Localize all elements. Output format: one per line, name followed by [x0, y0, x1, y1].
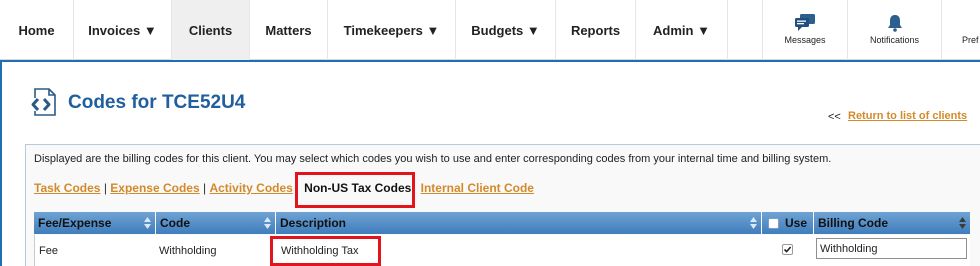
column-header-billing-code[interactable]: Billing Code: [814, 212, 970, 234]
nav-clients-label: Clients: [188, 22, 233, 38]
column-header-description-label: Description: [280, 216, 347, 230]
cell-code: Withholding: [159, 245, 217, 257]
code-document-icon: [28, 86, 60, 118]
nav-invoices-label: Invoices ▼: [88, 22, 157, 38]
column-header-use[interactable]: Use: [762, 212, 814, 234]
tab-task-codes[interactable]: Task Codes: [34, 181, 100, 195]
nav-home-label: Home: [18, 22, 55, 38]
sort-icon: [264, 217, 271, 229]
column-header-fee-expense-label: Fee/Expense: [38, 216, 112, 230]
table-header: Fee/Expense Code Description Use Billing…: [34, 212, 970, 234]
tab-separator: |: [203, 181, 207, 195]
nav-clients[interactable]: Clients: [172, 0, 250, 60]
tab-separator: |: [103, 181, 107, 195]
nav-budgets-label: Budgets ▼: [471, 22, 540, 38]
nav-reports[interactable]: Reports: [556, 0, 636, 60]
code-tabs: Task Codes | Expense Codes | Activity Co…: [34, 181, 534, 195]
chat-bubble-icon: [794, 14, 816, 37]
nav-reports-label: Reports: [570, 22, 621, 38]
sort-icon: [959, 217, 966, 229]
column-header-description[interactable]: Description: [276, 212, 762, 234]
tab-internal-client-code[interactable]: Internal Client Code: [421, 181, 534, 195]
checkmark-icon: [783, 246, 792, 253]
nav-matters-label: Matters: [265, 22, 312, 38]
select-all-checkbox[interactable]: [768, 217, 779, 229]
highlight-box-description: [270, 236, 381, 266]
nav-home[interactable]: Home: [0, 0, 74, 60]
bell-icon: [886, 14, 904, 37]
use-checkbox[interactable]: [782, 244, 793, 255]
return-to-clients-link[interactable]: Return to list of clients: [848, 110, 967, 122]
nav-matters[interactable]: Matters: [250, 0, 328, 60]
column-header-code-label: Code: [160, 216, 190, 230]
column-header-billing-code-label: Billing Code: [818, 216, 888, 230]
column-header-code[interactable]: Code: [156, 212, 276, 234]
column-header-use-label: Use: [785, 216, 808, 230]
intro-text: Displayed are the billing codes for this…: [34, 153, 832, 165]
nav-notifications[interactable]: Notifications: [848, 0, 942, 60]
nav-messages[interactable]: Messages: [762, 0, 848, 60]
nav-budgets[interactable]: Budgets ▼: [456, 0, 556, 60]
tab-activity-codes[interactable]: Activity Codes: [209, 181, 292, 195]
sort-icon: [750, 217, 757, 229]
sort-icon: [144, 217, 151, 229]
tab-expense-codes[interactable]: Expense Codes: [110, 181, 199, 195]
nav-preferences[interactable]: Pref: [942, 0, 980, 60]
nav-admin-label: Admin ▼: [653, 22, 710, 38]
nav-preferences-label: Pref: [962, 35, 979, 45]
column-header-fee-expense[interactable]: Fee/Expense: [34, 212, 156, 234]
top-navigation: Home Invoices ▼ Clients Matters Timekeep…: [0, 0, 980, 60]
nav-messages-label: Messages: [784, 35, 826, 45]
highlight-box-tab: [295, 172, 415, 208]
billing-code-input[interactable]: [816, 238, 967, 259]
nav-timekeepers-label: Timekeepers ▼: [343, 22, 440, 38]
page-title: Codes for TCE52U4: [68, 92, 246, 113]
nav-notifications-label: Notifications: [869, 35, 920, 45]
cell-fee-expense: Fee: [39, 245, 58, 257]
back-arrows: <<: [828, 111, 841, 123]
nav-admin[interactable]: Admin ▼: [636, 0, 728, 60]
nav-timekeepers[interactable]: Timekeepers ▼: [328, 0, 456, 60]
nav-invoices[interactable]: Invoices ▼: [74, 0, 172, 60]
